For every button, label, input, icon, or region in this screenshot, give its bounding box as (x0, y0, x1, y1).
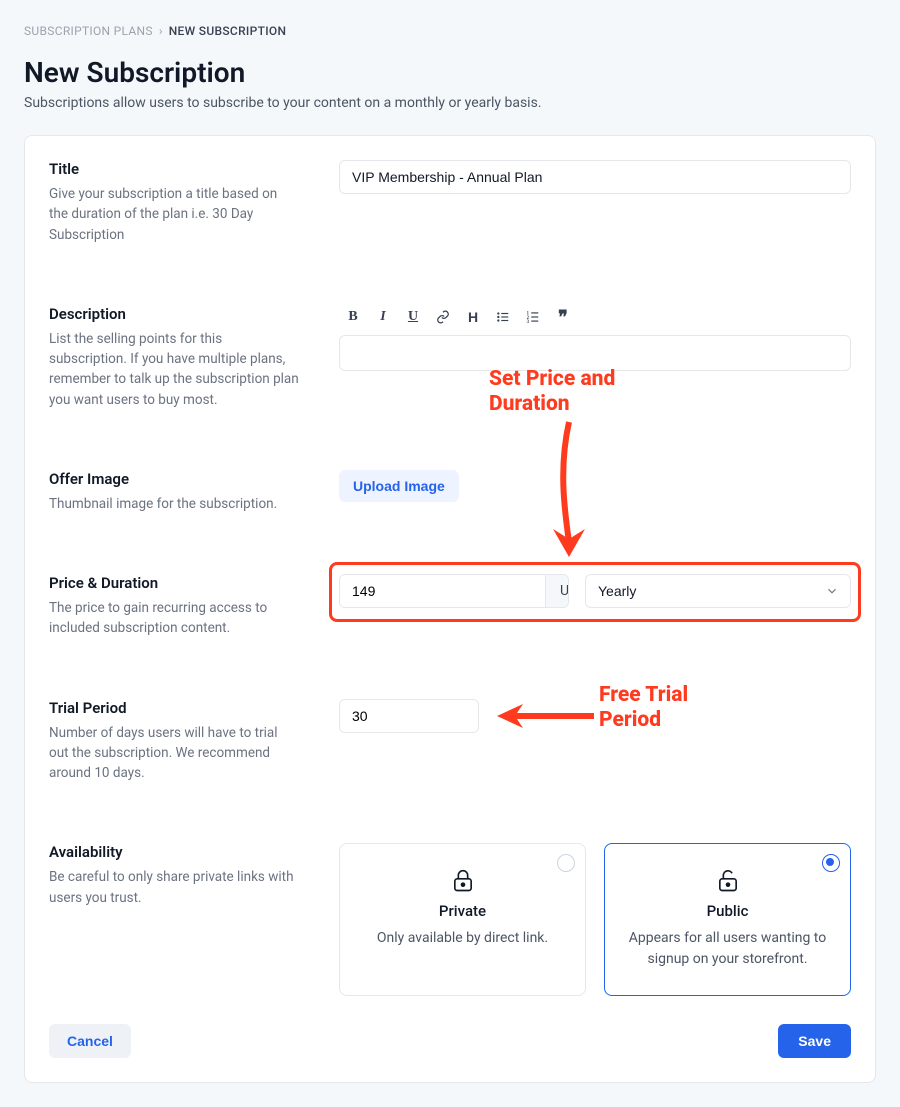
breadcrumb-current: NEW SUBSCRIPTION (169, 24, 287, 38)
radio-indicator (822, 854, 840, 872)
cancel-button[interactable]: Cancel (49, 1024, 131, 1058)
availability-private-desc: Only available by direct link. (358, 928, 567, 948)
breadcrumb: SUBSCRIPTION PLANS › NEW SUBSCRIPTION (24, 24, 876, 38)
title-label: Title (49, 160, 299, 178)
page-title: New Subscription (24, 56, 876, 89)
form-card: Title Give your subscription a title bas… (24, 135, 876, 1083)
chevron-right-icon: › (159, 24, 163, 38)
title-help: Give your subscription a title based on … (49, 184, 299, 245)
availability-help: Be careful to only share private links w… (49, 867, 299, 908)
breadcrumb-parent[interactable]: SUBSCRIPTION PLANS (24, 24, 153, 38)
description-label: Description (49, 305, 299, 323)
trial-days-input[interactable] (340, 700, 479, 732)
availability-option-private[interactable]: Private Only available by direct link. (339, 843, 586, 996)
price-input[interactable] (340, 575, 545, 607)
currency-label: USD (545, 575, 569, 607)
upload-image-button[interactable]: Upload Image (339, 470, 459, 502)
annotation-trial-arrow-icon (489, 701, 599, 731)
heading-icon[interactable]: H (465, 309, 481, 325)
duration-select[interactable] (585, 574, 851, 608)
offer-image-label: Offer Image (49, 470, 299, 488)
availability-public-desc: Appears for all users wanting to signup … (623, 928, 832, 969)
availability-private-title: Private (358, 902, 567, 920)
radio-indicator (557, 854, 575, 872)
italic-icon[interactable]: I (375, 309, 391, 325)
availability-public-title: Public (623, 902, 832, 920)
quote-icon[interactable]: ❞ (555, 309, 571, 325)
availability-option-public[interactable]: Public Appears for all users wanting to … (604, 843, 851, 996)
trial-help: Number of days users will have to trial … (49, 723, 299, 784)
annotation-price: Set Price andDuration (489, 367, 615, 417)
trial-label: Trial Period (49, 699, 299, 717)
description-help: List the selling points for this subscri… (49, 329, 299, 410)
underline-icon[interactable]: U (405, 309, 421, 325)
lock-closed-icon (358, 866, 567, 894)
link-icon[interactable] (435, 309, 451, 325)
title-input[interactable] (339, 160, 851, 194)
page-description: Subscriptions allow users to subscribe t… (24, 95, 876, 111)
bold-icon[interactable]: B (345, 309, 361, 325)
annotation-trial: Free TrialPeriod (599, 683, 688, 733)
editor-toolbar: B I U H 123 ❞ (339, 305, 851, 335)
price-duration-help: The price to gain recurring access to in… (49, 598, 299, 639)
numbered-list-icon[interactable]: 123 (525, 309, 541, 325)
description-editor[interactable] (339, 335, 851, 371)
availability-label: Availability (49, 843, 299, 861)
bullet-list-icon[interactable] (495, 309, 511, 325)
offer-image-help: Thumbnail image for the subscription. (49, 494, 299, 514)
svg-text:3: 3 (527, 320, 530, 324)
price-duration-label: Price & Duration (49, 574, 299, 592)
save-button[interactable]: Save (778, 1024, 851, 1058)
lock-open-icon (623, 866, 832, 894)
